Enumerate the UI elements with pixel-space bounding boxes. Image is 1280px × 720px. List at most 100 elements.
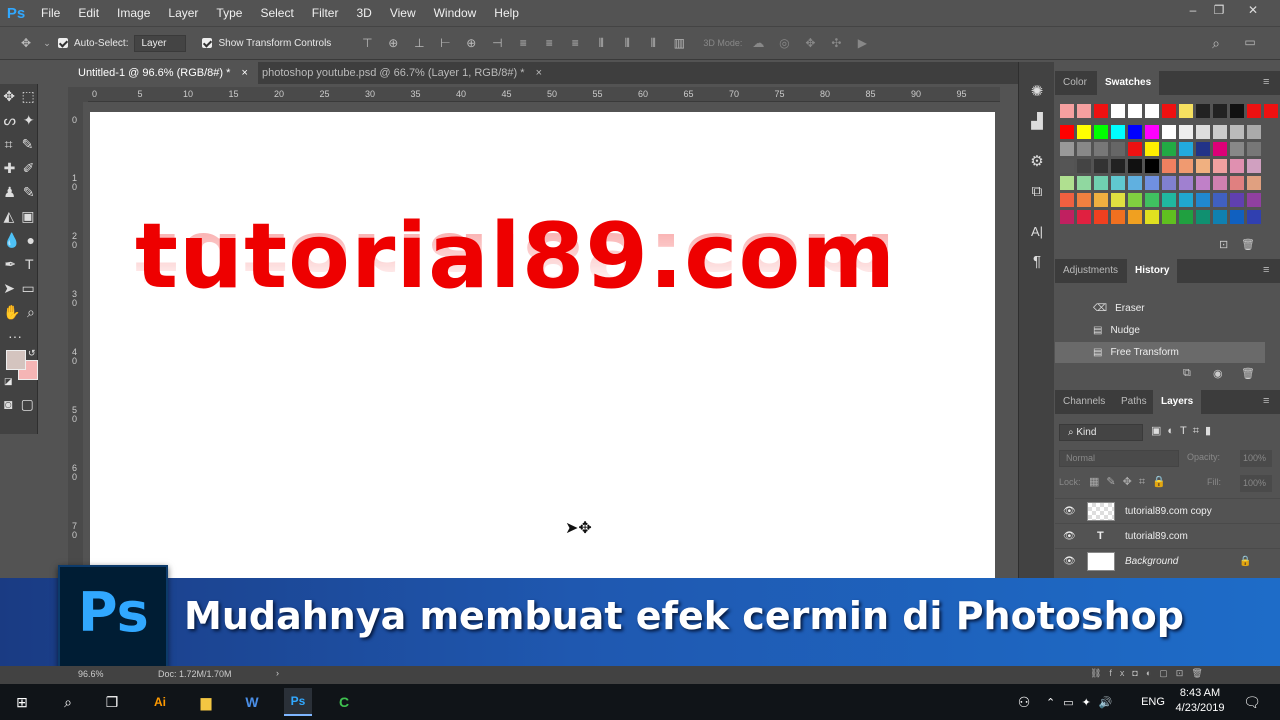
color-swatch[interactable] [1247, 159, 1261, 173]
snapshot-icon[interactable]: ◉ [1213, 367, 1223, 380]
color-swatch[interactable] [1128, 176, 1142, 190]
layer-filter-kind[interactable]: ⌕ Kind [1059, 424, 1143, 441]
close-icon[interactable]: ✕ [1240, 0, 1266, 20]
tab-adjustments[interactable]: Adjustments [1055, 259, 1126, 283]
slide-3d-icon[interactable]: ✣ [826, 36, 846, 50]
tab-layers[interactable]: Layers [1153, 390, 1202, 414]
color-swatch[interactable] [1213, 193, 1227, 207]
fill-input[interactable]: 100% [1240, 475, 1272, 492]
paragraph-icon[interactable]: ¶ [1019, 246, 1055, 276]
color-swatch[interactable] [1060, 210, 1074, 224]
align-hcenter-icon[interactable]: ⊕ [461, 36, 481, 50]
layer-row[interactable]: 👁 tutorial89.com copy [1055, 498, 1280, 523]
color-swatch[interactable] [1111, 176, 1125, 190]
menu-window[interactable]: Window [425, 6, 486, 20]
color-swatch[interactable] [1077, 176, 1091, 190]
color-swatch[interactable] [1247, 193, 1261, 207]
tab-color[interactable]: Color [1055, 71, 1095, 95]
color-swatch[interactable] [1128, 142, 1142, 156]
trash-icon[interactable]: 🗑 [1241, 367, 1255, 380]
color-swatch[interactable] [1196, 159, 1210, 173]
menu-filter[interactable]: Filter [303, 6, 348, 20]
color-swatch[interactable] [1111, 142, 1125, 156]
tab-channels[interactable]: Channels [1055, 390, 1113, 414]
align-top-icon[interactable]: ⊤ [357, 36, 377, 50]
color-swatch[interactable] [1162, 210, 1176, 224]
color-swatch[interactable] [1145, 125, 1159, 139]
color-swatch[interactable] [1230, 210, 1244, 224]
hand-icon[interactable]: ✋ [3, 304, 20, 321]
word-icon[interactable]: W [238, 688, 266, 716]
color-swatch[interactable] [1094, 159, 1108, 173]
color-swatch[interactable] [1247, 142, 1261, 156]
menu-file[interactable]: File [32, 6, 69, 20]
color-swatch[interactable] [1111, 104, 1125, 118]
menu-edit[interactable]: Edit [69, 6, 108, 20]
color-swatch[interactable] [1196, 210, 1210, 224]
color-swatch[interactable] [1213, 176, 1227, 190]
layer-row[interactable]: 👁 Background 🔒 [1055, 548, 1280, 573]
color-swatch[interactable] [1077, 210, 1091, 224]
panel-menu-icon[interactable]: ≡ [1263, 395, 1269, 407]
color-swatch[interactable] [1162, 176, 1176, 190]
zoom-icon[interactable]: ⌕ [27, 304, 35, 321]
color-swatch[interactable] [1128, 159, 1142, 173]
file-explorer-icon[interactable]: ▆ [192, 688, 220, 716]
histogram-icon[interactable]: ▟ [1019, 106, 1055, 136]
search-icon[interactable]: ⌕ [1206, 35, 1226, 52]
color-swatch[interactable] [1230, 159, 1244, 173]
illustrator-icon[interactable]: Ai [146, 688, 174, 716]
eye-icon[interactable]: 👁 [1063, 499, 1076, 524]
people-icon[interactable]: ⚇ [1010, 688, 1038, 716]
color-swatch[interactable] [1247, 104, 1261, 118]
windows-start-icon[interactable]: ⊞ [8, 688, 36, 716]
crop-icon[interactable]: ⌗ [5, 136, 13, 153]
quick-mask-icon[interactable]: ◙ [4, 396, 12, 412]
tab-history[interactable]: History [1127, 259, 1178, 283]
distribute-vcenter-icon[interactable]: ≡ [539, 36, 559, 50]
pan-3d-icon[interactable]: ✥ [800, 36, 820, 50]
brush-icon[interactable]: ✐ [23, 160, 35, 177]
color-swatch[interactable] [1213, 104, 1227, 118]
path-select-icon[interactable]: ➤ [3, 280, 15, 297]
color-swatch[interactable] [1179, 104, 1193, 118]
move-tool-icon[interactable]: ✥ [16, 36, 36, 50]
color-swatch[interactable] [1230, 142, 1244, 156]
swatches-grid[interactable] [1060, 104, 1278, 234]
layer-row[interactable]: 👁 T tutorial89.com [1055, 523, 1280, 548]
auto-select-checkbox[interactable] [58, 38, 68, 48]
chevron-down-icon[interactable]: ⌄ [42, 38, 52, 49]
color-swatch[interactable] [1213, 159, 1227, 173]
menu-layer[interactable]: Layer [159, 6, 207, 20]
layer-filter-icons[interactable]: ▣◐T⌗▮ [1151, 424, 1217, 438]
magic-wand-icon[interactable]: ✦ [23, 112, 35, 129]
trash-icon[interactable]: 🗑 [1241, 238, 1255, 251]
color-swatch[interactable] [1162, 142, 1176, 156]
color-swatch[interactable] [1094, 104, 1108, 118]
eye-icon[interactable]: 👁 [1063, 549, 1076, 574]
libraries-icon[interactable]: ⧉ [1019, 176, 1055, 206]
navigator-icon[interactable]: ✺ [1019, 76, 1055, 106]
orbit-3d-icon[interactable]: ☁ [748, 36, 768, 50]
color-swatch[interactable] [1094, 125, 1108, 139]
color-swatch[interactable] [1196, 176, 1210, 190]
lock-icons[interactable]: ▦✎✥⌗🔒 [1089, 475, 1173, 489]
color-swatch[interactable] [1111, 159, 1125, 173]
color-swatch[interactable] [1230, 104, 1244, 118]
stamp-icon[interactable]: ♟ [3, 184, 16, 201]
scale-3d-icon[interactable]: ▶ [852, 36, 872, 50]
close-icon[interactable]: × [241, 67, 247, 79]
color-swatch[interactable] [1060, 125, 1074, 139]
photoshop-taskbar-icon[interactable]: Ps [284, 688, 312, 716]
color-swatch[interactable] [1060, 159, 1074, 173]
foreground-color-swatch[interactable] [6, 350, 26, 370]
eye-icon[interactable]: 👁 [1063, 524, 1076, 549]
auto-select-dropdown[interactable]: Layer [134, 34, 187, 52]
gradient-icon[interactable]: ▣ [21, 208, 34, 225]
tab-photoshop-youtube[interactable]: photoshop youtube.psd @ 66.7% (Layer 1, … [252, 62, 552, 84]
swap-colors-icon[interactable]: ↺ [28, 348, 36, 359]
language-indicator[interactable]: ENG [1136, 688, 1170, 716]
color-swatch[interactable] [1145, 159, 1159, 173]
color-swatch[interactable] [1077, 159, 1091, 173]
tab-swatches[interactable]: Swatches [1097, 71, 1160, 95]
